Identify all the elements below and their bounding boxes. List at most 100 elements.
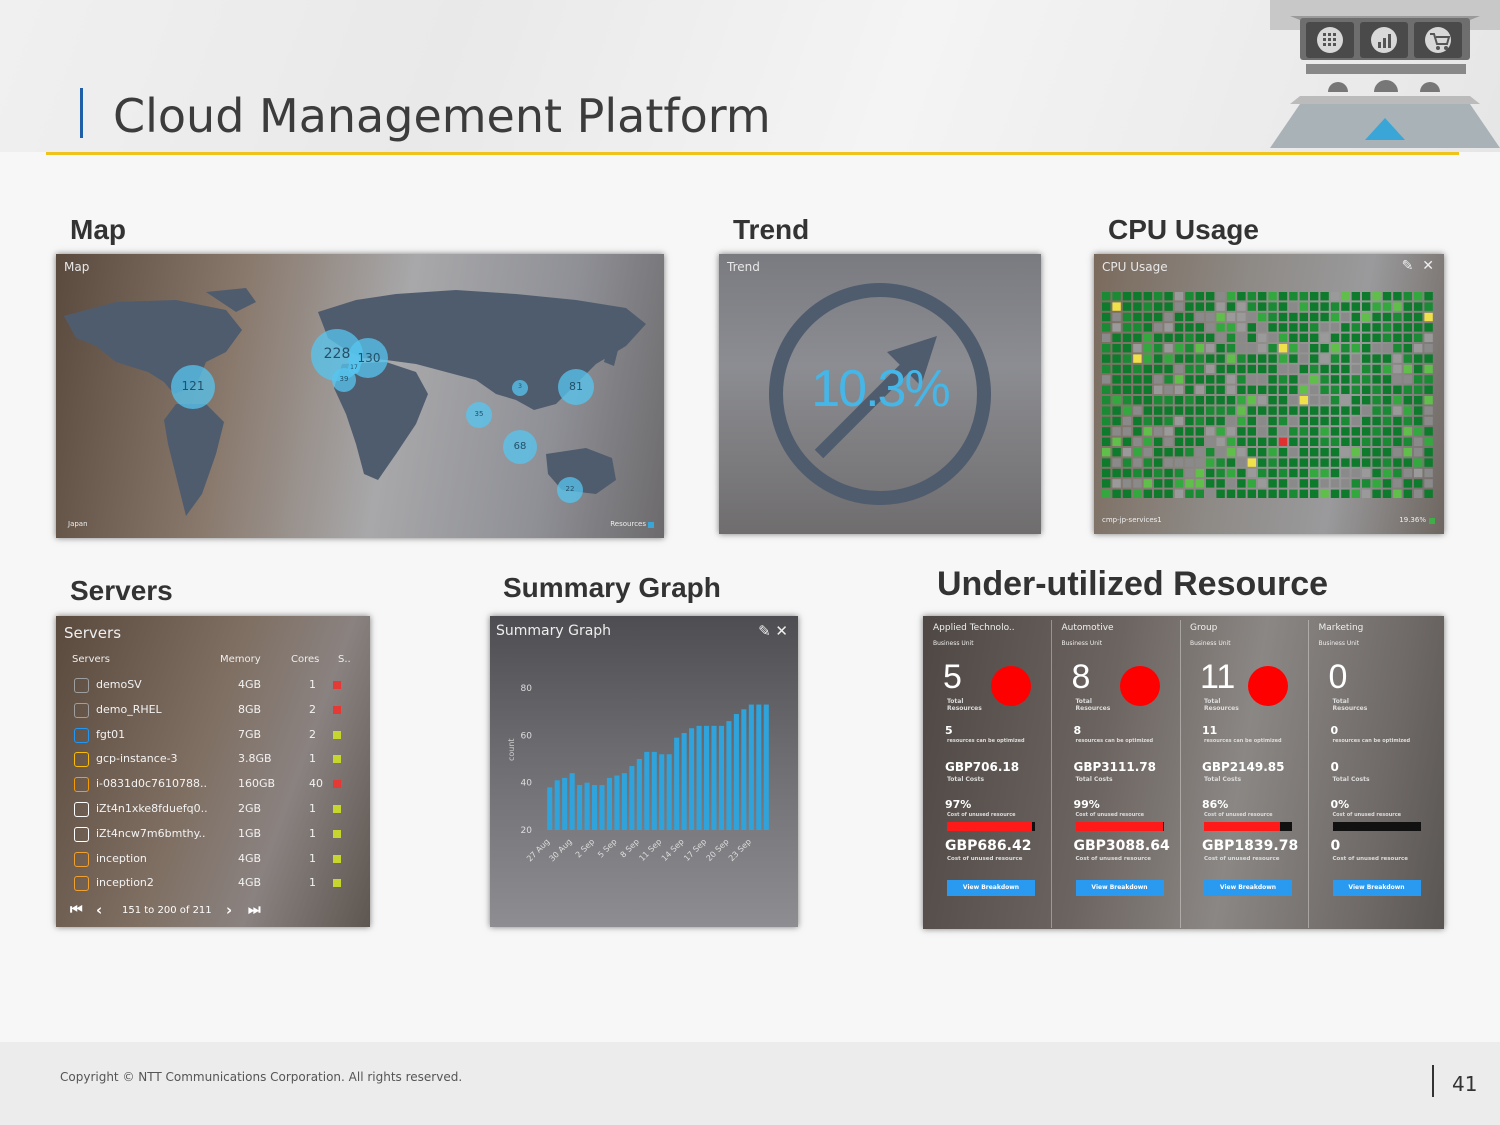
map-panel[interactable]: Map 121 228 130 39 17 3 81 35 68 22 Japa… <box>56 254 664 538</box>
summary-bar[interactable] <box>562 777 568 830</box>
cpu-tile[interactable] <box>1164 489 1173 498</box>
cpu-tile[interactable] <box>1143 375 1152 384</box>
cpu-tile[interactable] <box>1164 323 1173 332</box>
cpu-tile[interactable] <box>1195 489 1204 498</box>
cpu-tile[interactable] <box>1258 323 1267 332</box>
cpu-tile[interactable] <box>1424 396 1433 405</box>
cpu-tile[interactable] <box>1414 292 1423 301</box>
cpu-tile[interactable] <box>1403 385 1412 394</box>
cpu-tile[interactable] <box>1330 385 1340 394</box>
cpu-tile[interactable] <box>1185 364 1194 374</box>
cpu-tile[interactable] <box>1320 448 1329 457</box>
cpu-tile[interactable] <box>1206 479 1215 488</box>
cpu-tile[interactable] <box>1278 354 1288 363</box>
cpu-tile[interactable] <box>1362 354 1371 363</box>
cpu-tile[interactable] <box>1351 448 1360 457</box>
col-header-status[interactable]: S.. <box>338 654 351 665</box>
cpu-tile[interactable] <box>1320 344 1329 353</box>
cpu-tile[interactable] <box>1185 416 1194 426</box>
cpu-tile[interactable] <box>1403 323 1412 332</box>
view-breakdown-button[interactable]: View Breakdown <box>1332 880 1421 896</box>
cpu-tile[interactable] <box>1393 416 1402 426</box>
cpu-tile[interactable] <box>1226 427 1236 436</box>
cpu-tile[interactable] <box>1351 437 1360 446</box>
cpu-tile[interactable] <box>1258 479 1267 488</box>
cpu-tile[interactable] <box>1226 437 1236 446</box>
cpu-tile[interactable] <box>1372 479 1381 488</box>
cpu-tile[interactable] <box>1372 437 1381 446</box>
cpu-tile[interactable] <box>1185 344 1194 353</box>
cpu-tile[interactable] <box>1247 458 1256 467</box>
cpu-tile[interactable] <box>1414 312 1423 322</box>
cpu-tile[interactable] <box>1216 448 1225 457</box>
cpu-tile[interactable] <box>1122 458 1132 467</box>
cpu-tile[interactable] <box>1268 364 1277 374</box>
cpu-tile[interactable] <box>1424 333 1433 342</box>
cpu-tile[interactable] <box>1195 479 1204 488</box>
cpu-tile[interactable] <box>1226 323 1236 332</box>
cpu-tile[interactable] <box>1424 385 1433 394</box>
cpu-tile[interactable] <box>1268 396 1277 405</box>
cpu-tile[interactable] <box>1351 344 1360 353</box>
cpu-tile[interactable] <box>1237 354 1246 363</box>
cpu-tile[interactable] <box>1330 364 1340 374</box>
cpu-tile[interactable] <box>1393 344 1402 353</box>
cpu-tile[interactable] <box>1154 385 1163 394</box>
cpu-tile[interactable] <box>1185 468 1194 478</box>
summary-bar[interactable] <box>718 725 724 830</box>
cpu-tile[interactable] <box>1414 468 1423 478</box>
next-page-icon[interactable]: › <box>226 901 232 919</box>
cpu-tile[interactable] <box>1320 458 1329 467</box>
cpu-tile[interactable] <box>1164 312 1173 322</box>
cpu-tile[interactable] <box>1174 364 1184 374</box>
cpu-tile[interactable] <box>1268 458 1277 467</box>
cpu-tile[interactable] <box>1310 312 1319 322</box>
cpu-tile[interactable] <box>1154 458 1163 467</box>
cpu-tile[interactable] <box>1102 364 1111 374</box>
cpu-tile[interactable] <box>1237 479 1246 488</box>
cpu-tile[interactable] <box>1237 375 1246 384</box>
cpu-tile[interactable] <box>1310 437 1319 446</box>
cpu-tile[interactable] <box>1362 333 1371 342</box>
cpu-tile[interactable] <box>1122 375 1132 384</box>
cpu-tile[interactable] <box>1278 427 1288 436</box>
cpu-tile[interactable] <box>1237 333 1246 342</box>
cpu-tile[interactable] <box>1362 292 1371 301</box>
cpu-tile[interactable] <box>1351 375 1360 384</box>
cpu-tile[interactable] <box>1289 427 1298 436</box>
cpu-tile[interactable] <box>1133 312 1142 322</box>
cpu-tile[interactable] <box>1258 427 1267 436</box>
cpu-tile[interactable] <box>1133 364 1142 374</box>
cpu-tile[interactable] <box>1341 458 1350 467</box>
cpu-tile[interactable] <box>1372 468 1381 478</box>
cpu-tile[interactable] <box>1143 344 1152 353</box>
cpu-tile[interactable] <box>1195 427 1204 436</box>
cpu-tile[interactable] <box>1341 385 1350 394</box>
cpu-tile[interactable] <box>1403 396 1412 405</box>
col-header-servers[interactable]: Servers <box>72 654 110 665</box>
cpu-tile[interactable] <box>1330 312 1340 322</box>
cpu-tile[interactable] <box>1185 312 1194 322</box>
cpu-tile[interactable] <box>1278 292 1288 301</box>
cpu-tile[interactable] <box>1185 458 1194 467</box>
cpu-tile[interactable] <box>1237 458 1246 467</box>
cpu-tile[interactable] <box>1414 385 1423 394</box>
cpu-tile[interactable] <box>1122 292 1132 301</box>
cpu-tile[interactable] <box>1112 406 1121 415</box>
cpu-tile[interactable] <box>1310 354 1319 363</box>
cpu-tile[interactable] <box>1289 385 1298 394</box>
cpu-tile[interactable] <box>1195 333 1204 342</box>
cpu-tile[interactable] <box>1122 312 1132 322</box>
cpu-tile[interactable] <box>1382 375 1392 384</box>
cpu-tile[interactable] <box>1206 364 1215 374</box>
cpu-tile[interactable] <box>1393 479 1402 488</box>
cpu-tile[interactable] <box>1372 385 1381 394</box>
cpu-tile[interactable] <box>1154 448 1163 457</box>
cpu-tile[interactable] <box>1382 292 1392 301</box>
cpu-tile[interactable] <box>1185 437 1194 446</box>
cpu-tile[interactable] <box>1174 448 1184 457</box>
cpu-tile[interactable] <box>1174 427 1184 436</box>
cpu-tile[interactable] <box>1268 427 1277 436</box>
cpu-tile[interactable] <box>1195 385 1204 394</box>
cpu-tile[interactable] <box>1247 437 1256 446</box>
